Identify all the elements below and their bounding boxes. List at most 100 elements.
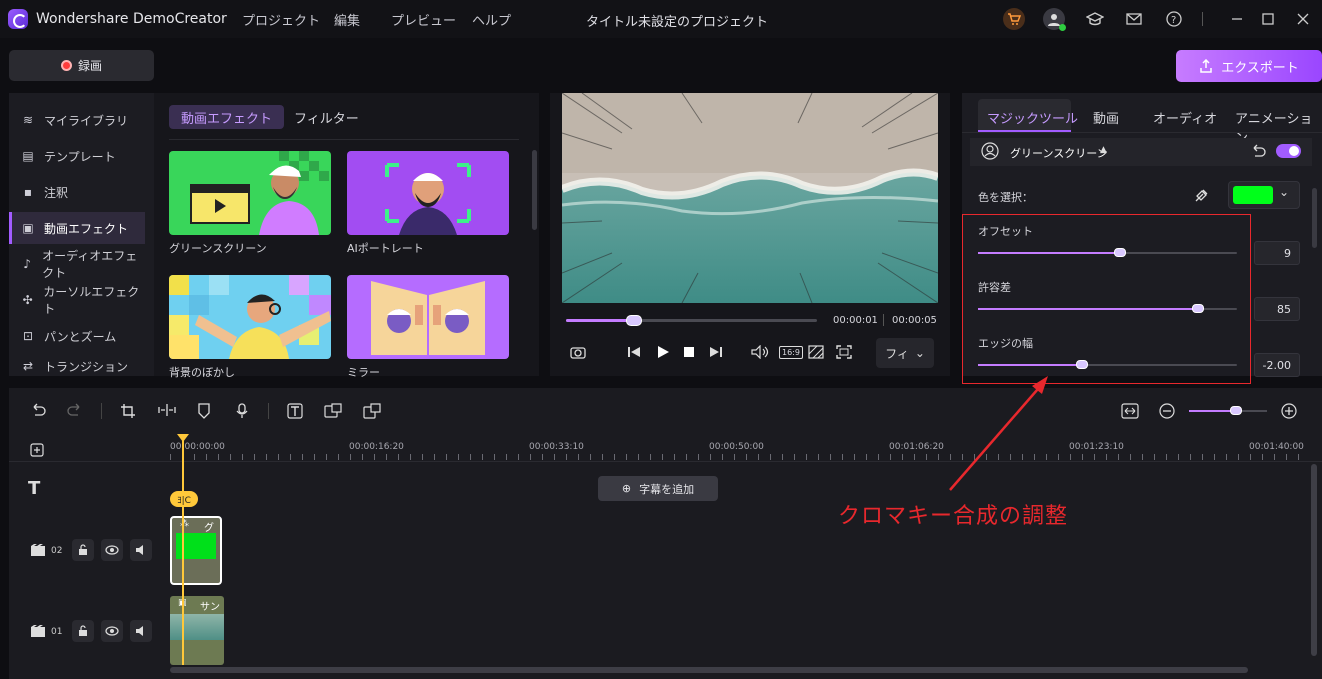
video-preview <box>562 93 938 303</box>
zoom-in-icon[interactable] <box>1281 403 1297 423</box>
effects-scrollbar[interactable] <box>532 150 537 230</box>
sidebar-item-annotation[interactable]: ▪ 注釈 <box>9 176 145 208</box>
timeline-zoom-handle[interactable] <box>1229 406 1242 415</box>
text-track-icon: T <box>28 478 41 499</box>
clip-thumbnail <box>170 614 224 640</box>
redo-icon[interactable] <box>67 403 83 421</box>
export-label: エクスポート <box>1221 60 1299 76</box>
undo-icon[interactable] <box>30 403 46 421</box>
sidebar-item-audio-effect[interactable]: ♪ オーディオエフェクト <box>9 248 145 280</box>
timeline-v-scrollbar[interactable] <box>1311 464 1317 656</box>
sidebar-item-label: マイライブラリ <box>44 113 129 128</box>
playback-progress-fill <box>566 319 634 322</box>
clip-label: サン <box>200 602 220 613</box>
fit-dropdown-label: フィ <box>885 346 909 361</box>
reset-icon[interactable] <box>1250 144 1266 161</box>
tab-magic-tool-label: マジックツール <box>987 112 1079 127</box>
eyedropper-icon[interactable] <box>1194 187 1210 206</box>
fit-timeline-icon[interactable] <box>1121 403 1139 423</box>
color-picker[interactable]: ⌄ <box>1228 181 1300 209</box>
timeline-zoom-fill <box>1189 410 1236 412</box>
tolerance-value[interactable]: 85 <box>1254 297 1300 321</box>
split-icon[interactable] <box>158 403 176 421</box>
snapshot-icon[interactable] <box>570 345 586 363</box>
text-tool-icon[interactable] <box>287 403 303 423</box>
lock-icon[interactable] <box>72 539 94 561</box>
portrait-icon <box>981 142 999 163</box>
sidebar-item-video-effect[interactable]: ▣ 動画エフェクト <box>9 212 145 244</box>
video-effect-icon: ▣ <box>22 221 34 235</box>
zoom-out-icon[interactable] <box>1159 403 1175 423</box>
background-video-clip[interactable]: ▣ サン <box>170 596 224 665</box>
tab-filter[interactable]: フィルター <box>282 105 371 129</box>
tutorial-icon[interactable] <box>1084 8 1106 30</box>
playhead-marker-badge[interactable]: ﾖ|C <box>170 491 198 507</box>
sidebar-item-cursor-effect[interactable]: ✣ カーソルエフェクト <box>9 284 145 316</box>
layers-icon: ≋ <box>22 113 34 127</box>
tab-audio[interactable]: オーディオ <box>1153 108 1217 127</box>
sidebar-item-label: テンプレート <box>44 149 116 164</box>
sidebar-item-template[interactable]: ▤ テンプレート <box>9 140 145 172</box>
effect-ai-portrait-thumb[interactable] <box>347 151 509 235</box>
eye-icon[interactable] <box>101 620 123 642</box>
chevron-down-icon: ⌄ <box>1279 185 1290 199</box>
tab-video-effect[interactable]: 動画エフェクト <box>169 105 285 129</box>
collapse-caret-icon[interactable]: ▲ <box>1100 145 1107 155</box>
record-button[interactable]: 録画 <box>9 50 154 81</box>
total-time: 00:00:05 <box>892 315 937 326</box>
sidebar-item-transition[interactable]: ⇄ トランジション <box>9 356 145 376</box>
fit-dropdown[interactable]: フィ ⌄ <box>876 338 934 368</box>
sidebar-item-library[interactable]: ≋ マイライブラリ <box>9 104 145 136</box>
offset-value[interactable]: 9 <box>1254 241 1300 265</box>
lock-icon[interactable] <box>72 620 94 642</box>
effect-green-screen-thumb[interactable] <box>169 151 331 235</box>
export-button[interactable]: エクスポート <box>1176 50 1322 82</box>
eye-icon[interactable] <box>101 539 123 561</box>
edge-width-value[interactable]: -2.00 <box>1254 353 1300 377</box>
minimize-icon[interactable] <box>1226 8 1248 30</box>
track-number: 02 <box>51 546 63 556</box>
stop-icon[interactable] <box>682 345 696 363</box>
current-time: 00:00:01 <box>833 315 878 326</box>
play-icon[interactable] <box>656 345 670 363</box>
playback-progress-track[interactable] <box>566 319 817 322</box>
timeline-zoom-slider[interactable] <box>1189 410 1267 412</box>
safe-zone-icon[interactable] <box>808 345 824 363</box>
menu-preview[interactable]: プレビュー <box>391 10 456 29</box>
mail-icon[interactable] <box>1123 8 1145 30</box>
caption-tool-icon[interactable] <box>363 403 381 423</box>
timeline-h-scrollbar[interactable] <box>170 667 1248 673</box>
next-frame-icon[interactable] <box>709 345 723 363</box>
speaker-icon[interactable] <box>130 620 152 642</box>
marker-icon[interactable] <box>197 403 211 423</box>
effect-mirror-thumb[interactable] <box>347 275 509 359</box>
cart-icon[interactable] <box>1003 8 1025 30</box>
properties-scrollbar[interactable] <box>1312 188 1317 248</box>
speaker-icon[interactable] <box>130 539 152 561</box>
sidebar-item-pan-zoom[interactable]: ⊡ パンとズーム <box>9 320 145 352</box>
maximize-icon[interactable] <box>1257 8 1279 30</box>
volume-icon[interactable] <box>751 344 769 363</box>
green-screen-clip[interactable]: ⁂ グ <box>170 516 222 585</box>
microphone-icon[interactable] <box>235 403 249 423</box>
green-screen-toggle[interactable] <box>1276 144 1301 158</box>
menu-help[interactable]: ヘルプ <box>472 10 511 29</box>
annotation-icon: ▪ <box>23 185 33 199</box>
fullscreen-icon[interactable] <box>836 345 852 363</box>
menu-edit[interactable]: 編集 <box>334 10 360 29</box>
add-caption-button[interactable]: ⊕ 字幕を追加 <box>598 476 718 501</box>
aspect-ratio-icon[interactable]: 16:9 <box>779 346 803 359</box>
crop-icon[interactable] <box>120 403 136 423</box>
playback-scrubber-handle[interactable] <box>625 315 642 326</box>
menu-project[interactable]: プロジェクト <box>242 10 320 29</box>
subtitle-tool-icon[interactable] <box>324 403 342 423</box>
prev-frame-icon[interactable] <box>627 345 641 363</box>
add-track-icon[interactable] <box>30 443 44 460</box>
ruler-tick-label: 00:01:06:20 <box>889 442 944 452</box>
playhead[interactable] <box>182 440 184 665</box>
close-icon[interactable] <box>1292 8 1314 30</box>
help-icon[interactable]: ? <box>1163 8 1185 30</box>
toolbar-divider <box>268 403 269 419</box>
tab-video[interactable]: 動画 <box>1093 108 1119 127</box>
effect-background-blur-thumb[interactable] <box>169 275 331 359</box>
